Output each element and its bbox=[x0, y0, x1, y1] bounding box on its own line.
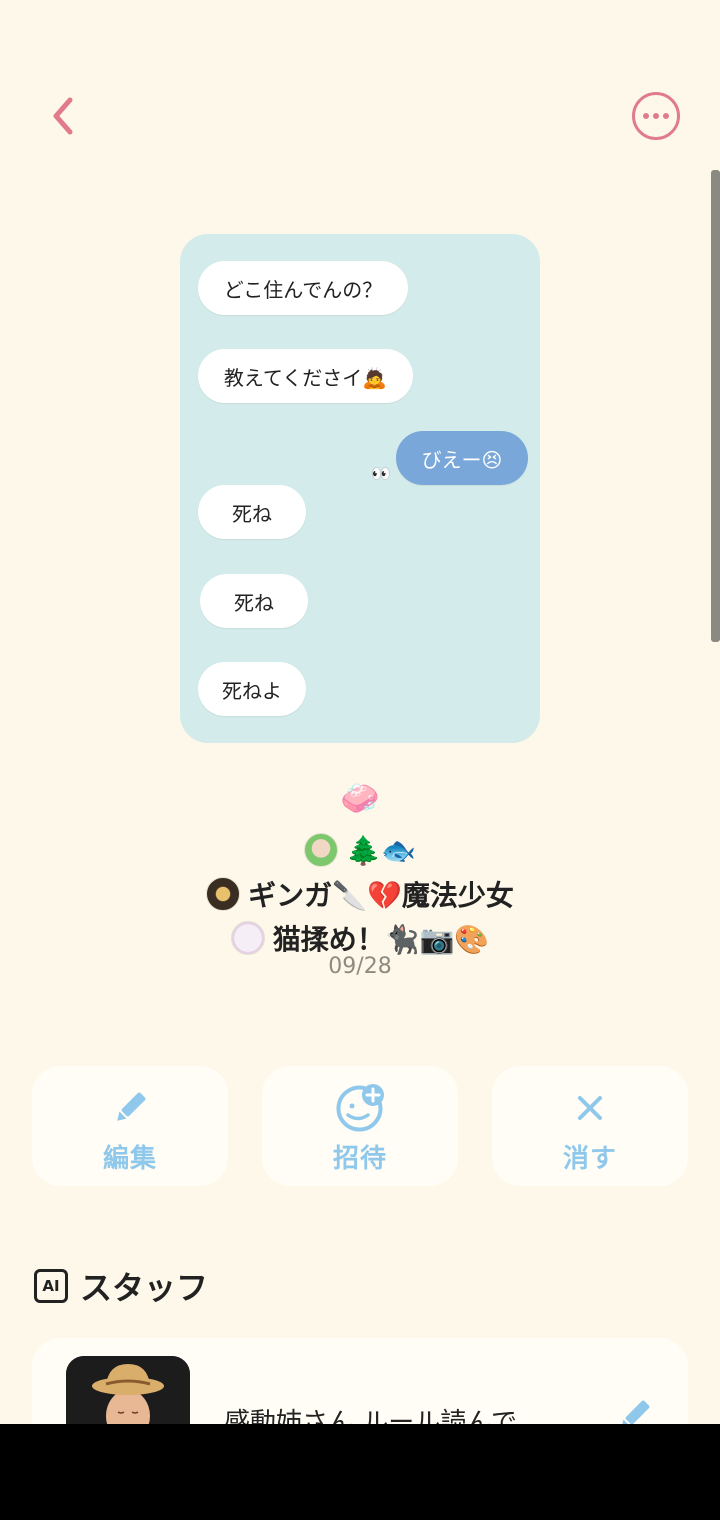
delete-label: 消す bbox=[562, 1144, 617, 1174]
edit-button[interactable]: 編集 bbox=[32, 1066, 228, 1186]
date-label: 09/28 bbox=[328, 954, 392, 979]
delete-button[interactable]: 消す bbox=[492, 1066, 688, 1186]
chat-bubble: どこ住んでんの？ bbox=[198, 261, 408, 315]
staff-section-title: AI スタッフ bbox=[34, 1262, 208, 1310]
invite-label: 招待 bbox=[332, 1144, 387, 1174]
member-row[interactable]: ギンガ🔪💔魔法少女 bbox=[0, 872, 720, 916]
ai-badge: AI bbox=[34, 1269, 68, 1303]
group-emoji: 🧼 bbox=[340, 779, 380, 817]
back-button[interactable] bbox=[40, 92, 88, 140]
member-row[interactable]: 🌲🐟 bbox=[0, 828, 720, 872]
edit-label: 編集 bbox=[102, 1144, 157, 1174]
member-name: 🌲🐟 bbox=[346, 833, 416, 867]
more-horizontal-circle-icon bbox=[632, 92, 680, 140]
system-navigation-bar bbox=[0, 1424, 720, 1520]
eyes-emoji: 👀 bbox=[371, 464, 391, 483]
avatar bbox=[206, 877, 241, 911]
chat-bubble: 死ね bbox=[200, 574, 308, 628]
pencil-icon bbox=[104, 1084, 156, 1132]
chat-bubble: 死ねよ bbox=[198, 662, 306, 716]
member-name: ギンガ🔪💔魔法少女 bbox=[248, 879, 514, 912]
scrollbar[interactable] bbox=[711, 170, 720, 642]
chat-bubble: 死ね bbox=[198, 485, 306, 539]
member-list: 🌲🐟 ギンガ🔪💔魔法少女 猫揉め！🐈‍⬛📷🎨 bbox=[0, 828, 720, 960]
chat-bubble-self: びえー😣 bbox=[396, 431, 528, 485]
chat-bubble: 教えてくださイ🙇 bbox=[198, 349, 413, 403]
section-title-text: スタッフ bbox=[80, 1269, 209, 1307]
avatar bbox=[304, 833, 339, 867]
avatar bbox=[230, 921, 265, 955]
invite-button[interactable]: 招待 bbox=[262, 1066, 458, 1186]
chevron-left-icon bbox=[53, 97, 73, 135]
close-icon bbox=[564, 1084, 616, 1132]
add-person-icon bbox=[334, 1084, 386, 1132]
member-name: 猫揉め！🐈‍⬛📷🎨 bbox=[272, 923, 490, 956]
more-options-button[interactable] bbox=[630, 90, 682, 142]
